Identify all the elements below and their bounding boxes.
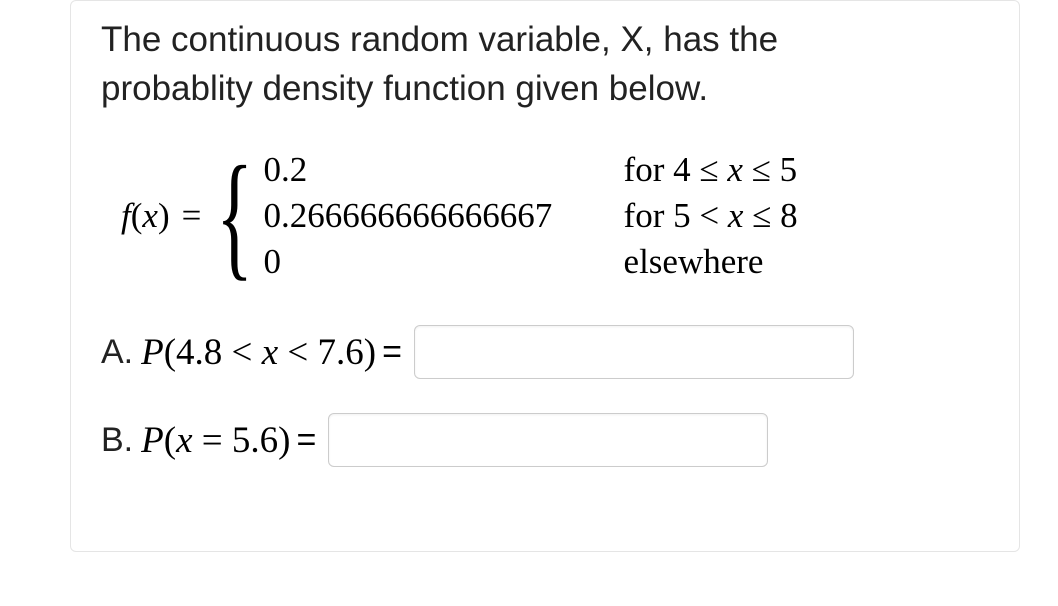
piecewise-cases: 0.2 for 4 ≤ x ≤ 5 0.266666666666667 for … bbox=[264, 147, 904, 285]
question-b-expression: P(x = 5.6) bbox=[141, 419, 290, 462]
problem-container: The continuous random variable, X, has t… bbox=[70, 0, 1020, 552]
equals-sign: = bbox=[176, 196, 216, 236]
question-a-label: A. bbox=[101, 333, 133, 372]
case-row-2: 0.266666666666667 for 5 < x ≤ 8 bbox=[264, 193, 904, 239]
piecewise-function: f(x) = { 0.2 for 4 ≤ x ≤ 5 0.26666666666… bbox=[121, 147, 989, 285]
case-value-2: 0.266666666666667 bbox=[264, 196, 624, 236]
case-row-1: 0.2 for 4 ≤ x ≤ 5 bbox=[264, 147, 904, 193]
question-a: A. P(4.8 < x < 7.6) = bbox=[101, 325, 989, 379]
question-b-equals: = bbox=[296, 421, 316, 460]
case-value-1: 0.2 bbox=[264, 150, 624, 190]
case-condition-3: elsewhere bbox=[624, 242, 904, 282]
function-lhs: f(x) bbox=[121, 196, 176, 236]
question-b: B. P(x = 5.6) = bbox=[101, 413, 989, 467]
case-row-3: 0 elsewhere bbox=[264, 239, 904, 285]
case-condition-1: for 4 ≤ x ≤ 5 bbox=[624, 150, 904, 190]
answer-input-b[interactable] bbox=[328, 413, 768, 467]
problem-intro: The continuous random variable, X, has t… bbox=[101, 15, 989, 113]
intro-line-2: probablity density function given below. bbox=[101, 69, 708, 108]
left-brace-icon: { bbox=[216, 153, 253, 279]
case-value-3: 0 bbox=[264, 242, 624, 282]
question-a-equals: = bbox=[382, 333, 402, 372]
intro-line-1: The continuous random variable, X, has t… bbox=[101, 20, 778, 59]
answer-input-a[interactable] bbox=[414, 325, 854, 379]
question-b-label: B. bbox=[101, 421, 133, 460]
case-condition-2: for 5 < x ≤ 8 bbox=[624, 196, 904, 236]
question-a-expression: P(4.8 < x < 7.6) bbox=[141, 331, 376, 374]
